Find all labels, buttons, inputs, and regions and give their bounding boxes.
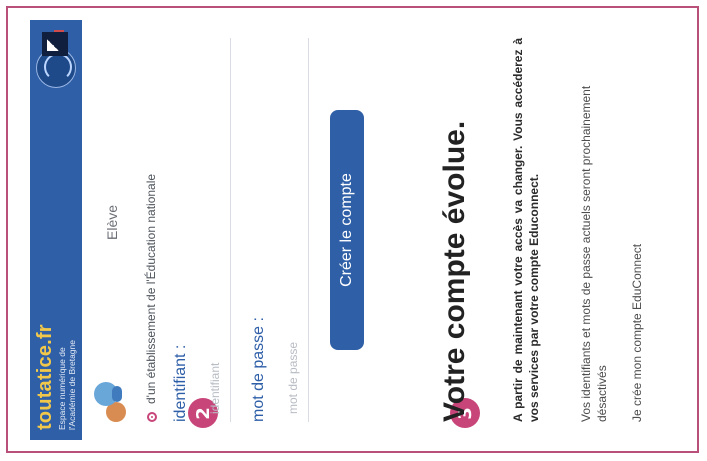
- identifier-input[interactable]: identifiant: [202, 38, 231, 422]
- promo-body: A partir de maintenant votre accès va ch…: [511, 38, 541, 422]
- create-account-button[interactable]: Créer le compte: [330, 110, 364, 350]
- radio-icon[interactable]: [147, 412, 157, 422]
- radio-label: d'un établissement de l'Éducation nation…: [144, 173, 158, 404]
- promo-title: Votre compte évolue.: [438, 120, 471, 422]
- promo-note: Vos identifiants et mots de passe actuel…: [579, 85, 609, 422]
- password-label: mot de passe :: [250, 317, 267, 422]
- identifier-placeholder: identifiant: [208, 362, 222, 414]
- avatar-right: [94, 382, 118, 406]
- account-type-radio[interactable]: d'un établissement de l'Éducation nation…: [144, 38, 162, 422]
- toutatice-subtitle: Espace numérique de l'Académie de Bretag…: [57, 340, 77, 430]
- educonnect-link[interactable]: Je crée mon compte EduConnect: [630, 38, 644, 422]
- password-placeholder: mot de passe: [286, 341, 300, 414]
- toutatice-logo: toutatice.fr: [34, 324, 56, 430]
- identifier-label: identifiant :: [172, 344, 189, 422]
- student-avatars-icon: [94, 378, 134, 422]
- student-label: Elève: [104, 204, 120, 240]
- password-input[interactable]: mot de passe: [280, 38, 309, 422]
- toutatice-header: toutatice.fr Espace numérique de l'Acadé…: [30, 20, 82, 440]
- rotated-login-screen: toutatice.fr Espace numérique de l'Acadé…: [30, 20, 690, 440]
- student-selector[interactable]: Elève: [94, 38, 134, 422]
- marianne-logo: [42, 32, 68, 56]
